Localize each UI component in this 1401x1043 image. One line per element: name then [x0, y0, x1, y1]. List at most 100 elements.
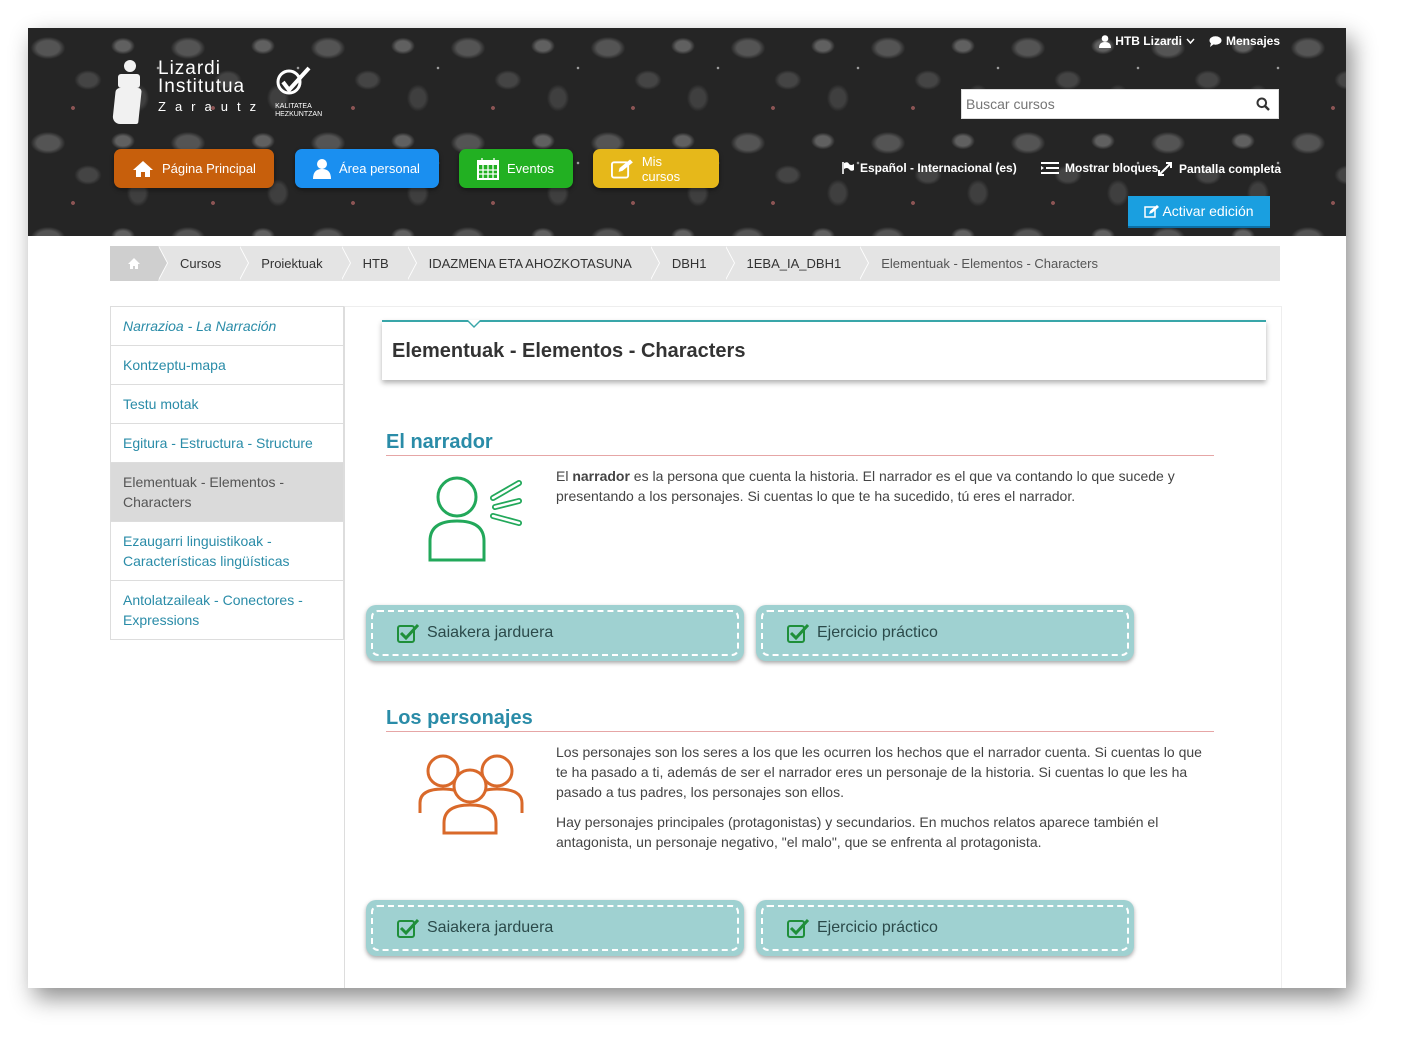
edit-icon: [611, 158, 633, 179]
breadcrumb-item-course[interactable]: 1EBA_IA_DBH1: [725, 246, 869, 281]
search-icon[interactable]: [1256, 97, 1270, 111]
section-text-personajes: Los personajes son los seres a los que l…: [556, 742, 1216, 862]
activity-button-inner: Saiakera jarduera: [371, 610, 739, 656]
personajes-paragraph-1: Los personajes son los seres a los que l…: [556, 744, 1202, 800]
badge-line1: KALITATEA: [275, 103, 312, 110]
narrador-paragraph: El narrador es la persona que cuenta la …: [556, 466, 1216, 506]
activity-button-inner: Ejercicio práctico: [761, 610, 1129, 656]
activity-button-saiakera-1[interactable]: Saiakera jarduera: [366, 605, 744, 661]
badge-line2: HEZKUNTZAN: [275, 111, 323, 118]
course-search: [961, 89, 1279, 119]
show-blocks-link[interactable]: Mostrar bloques: [1041, 161, 1158, 175]
activity-label: Saiakera jarduera: [427, 919, 554, 936]
checkbox-check-icon: [787, 918, 809, 938]
calendar-icon: [477, 157, 499, 180]
breadcrumb-label: Cursos: [180, 256, 222, 271]
course-sidebar: Narrazioa - La Narración Kontzeptu-mapa …: [110, 306, 344, 640]
chevron-down-icon: [1186, 38, 1195, 44]
breadcrumb-item-cursos[interactable]: Cursos: [158, 246, 250, 281]
activity-button-ejercicio-2[interactable]: Ejercicio práctico: [756, 900, 1134, 956]
sidebar-item-elementuak[interactable]: Elementuak - Elementos - Characters: [111, 463, 343, 522]
expand-icon: [1158, 162, 1172, 176]
flag-icon: [842, 162, 854, 174]
user-icon: [1099, 34, 1112, 48]
logo-line2: Institutua: [158, 76, 246, 97]
nav-personal-area-button[interactable]: Área personal: [295, 149, 439, 188]
edit-icon: [1144, 204, 1160, 218]
narrador-text-bold: narrador: [572, 468, 630, 484]
breadcrumb-label: IDAZMENA ETA AHOZKOTASUNA: [428, 256, 632, 271]
checkbox-check-icon: [787, 623, 809, 643]
nav-events-button[interactable]: Eventos: [459, 149, 573, 188]
breadcrumb-label: DBH1: [671, 256, 707, 271]
checkbox-check-icon: [397, 623, 419, 643]
fullscreen-link[interactable]: Pantalla completa: [1157, 161, 1281, 177]
activate-edit-label: Activar edición: [1162, 203, 1254, 219]
logo-figure-icon: [110, 60, 150, 126]
activate-edit-button[interactable]: Activar edición: [1128, 196, 1270, 226]
list-icon: [1041, 162, 1059, 174]
breadcrumb-item-current: Elementuak - Elementos - Characters: [859, 246, 1116, 281]
user-menu[interactable]: HTB Lizardi: [1099, 34, 1195, 48]
show-blocks-label: Mostrar bloques: [1065, 161, 1159, 175]
breadcrumb-item-idazmena[interactable]: IDAZMENA ETA AHOZKOTASUNA: [407, 246, 661, 281]
title-notch-inner: [468, 320, 480, 326]
messages-label: Mensajes: [1225, 34, 1280, 48]
logo-line3: Zarautz: [158, 99, 266, 114]
nav-home-button[interactable]: Página Principal: [114, 149, 274, 188]
page-title-box: Elementuak - Elementos - Characters: [382, 320, 1266, 380]
activity-button-ejercicio-1[interactable]: Ejercicio práctico: [756, 605, 1134, 661]
sidebar-item-antolatzaileak[interactable]: Antolatzaileak - Conectores - Expression…: [111, 581, 343, 640]
language-menu[interactable]: Español - Internacional (es): [842, 161, 1017, 175]
breadcrumb: Cursos Proiektuak HTB IDAZMENA ETA AHOZK…: [110, 246, 1280, 281]
page-title: Elementuak - Elementos - Characters: [392, 340, 746, 362]
sidebar-item-egitura[interactable]: Egitura - Estructura - Structure: [111, 424, 343, 463]
site-logo[interactable]: Lizardi Institutua Zarautz KALITATEA HEZ…: [110, 59, 322, 126]
quality-check-icon: [276, 66, 311, 95]
user-name: HTB Lizardi: [1115, 34, 1182, 48]
quality-badge: KALITATEA HEZKUNTZAN: [275, 66, 322, 119]
sidebar-item-kontzeptu-mapa[interactable]: Kontzeptu-mapa: [111, 346, 343, 385]
breadcrumb-item-dbh1[interactable]: DBH1: [650, 246, 735, 281]
site-header: Lizardi Institutua Zarautz KALITATEA HEZ…: [28, 28, 1346, 236]
breadcrumb-label: Elementuak - Elementos - Characters: [881, 256, 1098, 271]
breadcrumb-home[interactable]: [110, 246, 168, 281]
home-icon: [128, 258, 140, 269]
search-input[interactable]: [962, 90, 1250, 118]
narrador-text-prefix: El: [556, 468, 573, 484]
nav-my-courses-button[interactable]: Mis cursos: [593, 149, 719, 188]
personajes-paragraph-2: Hay personajes principales (protagonista…: [556, 814, 1159, 850]
fullscreen-label: Pantalla completa: [1179, 162, 1282, 176]
home-icon: [133, 160, 153, 177]
nav-home-label: Página Principal: [162, 161, 256, 176]
messages-link[interactable]: Mensajes: [1209, 34, 1280, 48]
breadcrumb-item-proiektuak[interactable]: Proiektuak: [239, 246, 352, 281]
main-content: Elementuak - Elementos - Characters El n…: [344, 306, 1282, 988]
activity-label: Saiakera jarduera: [427, 624, 554, 641]
sidebar-item-testu-motak[interactable]: Testu motak: [111, 385, 343, 424]
sidebar-item-ezaugarri[interactable]: Ezaugarri linguistikoak - Característica…: [111, 522, 343, 581]
activity-label: Ejercicio práctico: [817, 624, 938, 641]
user-menu-bar: HTB Lizardi Mensajes: [1099, 34, 1280, 48]
narrador-text-rest: es la persona que cuenta la historia. El…: [556, 468, 1175, 504]
breadcrumb-label: 1EBA_IA_DBH1: [746, 256, 842, 271]
chat-icon: [1209, 35, 1222, 47]
section-heading-personajes: Los personajes: [386, 707, 1214, 732]
activity-button-saiakera-2[interactable]: Saiakera jarduera: [366, 900, 744, 956]
logo-text: Lizardi Institutua Zarautz: [158, 59, 266, 116]
section-text-narrador: El narrador es la persona que cuenta la …: [556, 466, 1216, 516]
checkbox-check-icon: [397, 918, 419, 938]
narrator-icon: [428, 476, 522, 562]
section-heading-narrador: El narrador: [386, 431, 1214, 456]
breadcrumb-label: Proiektuak: [261, 256, 323, 271]
breadcrumb-label: HTB: [362, 256, 389, 271]
group-people-icon: [418, 754, 524, 835]
nav-events-label: Eventos: [507, 161, 554, 176]
language-label: Español - Internacional (es): [860, 161, 1017, 175]
user-icon: [313, 158, 331, 179]
nav-my-courses-label: Mis cursos: [641, 153, 681, 184]
activity-label: Ejercicio práctico: [817, 919, 938, 936]
nav-personal-area-label: Área personal: [339, 161, 420, 176]
sidebar-item-narrazioa[interactable]: Narrazioa - La Narración: [111, 307, 343, 346]
activity-button-inner: Ejercicio práctico: [761, 905, 1129, 951]
